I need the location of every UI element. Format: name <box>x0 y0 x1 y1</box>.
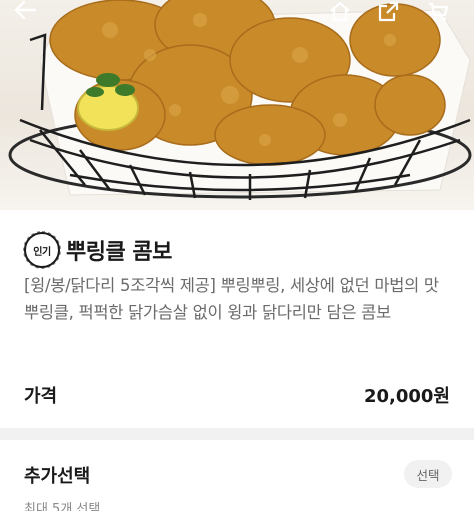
product-image <box>0 0 474 210</box>
fried-chicken-basket-image <box>8 0 472 200</box>
section-divider <box>0 428 474 440</box>
price-value: 20,000원 <box>363 386 450 407</box>
additional-options-section: 추가선택 선택 최대 5개 선택 <box>0 440 474 511</box>
cart-icon[interactable] <box>426 0 462 24</box>
arrow-left-icon[interactable] <box>14 0 50 24</box>
options-subtitle: 최대 5개 선택 <box>24 502 101 511</box>
price-row: 가격 20,000원 <box>24 382 450 408</box>
share-icon[interactable] <box>376 0 412 24</box>
product-info: 인기 뿌링클 콤보 [윙/봉/닭다리 5조각씩 제공] 뿌링뿌링, 세상에 없던… <box>0 210 474 428</box>
optional-badge: 선택 <box>404 460 452 488</box>
popular-badge: 인기 <box>23 231 61 269</box>
options-title: 추가선택 <box>24 466 91 487</box>
product-title: 뿌링클 콤보 <box>66 240 172 265</box>
popular-badge-label: 인기 <box>33 246 51 258</box>
price-label: 가격 <box>24 386 58 407</box>
title-row: 인기 뿌링클 콤보 <box>23 231 172 269</box>
product-description: [윙/봉/닭다리 5조각씩 제공] 뿌링뿌링, 세상에 없던 마법의 맛 뿌링클… <box>24 276 439 322</box>
home-icon[interactable] <box>328 0 364 24</box>
